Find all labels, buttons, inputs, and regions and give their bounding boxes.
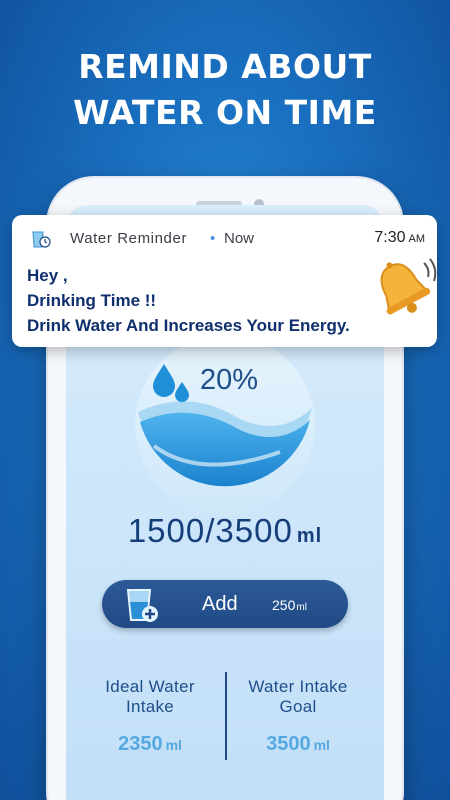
- glass-add-icon: [126, 589, 158, 622]
- ideal-intake-value: 2350 ml: [80, 733, 220, 756]
- ideal-intake-unit: ml: [165, 737, 182, 753]
- add-amount-unit: ml: [296, 602, 307, 613]
- notification-app-name: Water Reminder: [70, 230, 188, 247]
- stats-divider: [225, 672, 227, 760]
- ideal-intake-label: Ideal Water Intake: [80, 677, 220, 717]
- water-bowl-icon: [135, 335, 315, 515]
- notification-time-value: 7:30: [374, 229, 406, 246]
- headline-line-1: REMIND ABOUT: [78, 47, 372, 86]
- notification-line-3: Drink Water And Increases Your Energy.: [27, 316, 350, 335]
- ideal-intake-label-line-2: Intake: [125, 697, 175, 716]
- intake-goal-label-line-1: Water Intake: [248, 677, 348, 696]
- add-amount: 250ml: [272, 597, 307, 613]
- ringing-bell-icon: [380, 258, 437, 315]
- headline-line-2: WATER ON TIME: [73, 93, 377, 132]
- water-drops-icon: [153, 364, 189, 402]
- reminder-notification[interactable]: Water Reminder • Now 7:30 AM Hey , Drinki…: [12, 215, 437, 347]
- ideal-intake-number: 2350: [118, 733, 163, 755]
- intake-current: 1500/3500: [127, 512, 293, 549]
- notification-message: Hey , Drinking Time !! Drink Water And I…: [27, 263, 350, 338]
- notification-time: 7:30 AM: [374, 229, 425, 247]
- notification-when: Now: [224, 230, 255, 247]
- notification-time-meridiem: AM: [408, 233, 426, 245]
- intake-goal-number: 3500: [266, 733, 311, 755]
- progress-percent: 20%: [200, 364, 259, 396]
- notification-line-1: Hey ,: [27, 266, 68, 285]
- add-label: Add: [202, 593, 238, 615]
- notification-separator: •: [210, 230, 216, 247]
- intake-goal-value: 3500 ml: [228, 733, 368, 756]
- ideal-intake-label-line-1: Ideal Water: [105, 677, 195, 696]
- promo-headline: REMIND ABOUT WATER ON TIME: [0, 44, 450, 136]
- intake-counter: 1500/3500 ml: [0, 512, 450, 550]
- intake-goal-label-line-2: Goal: [279, 697, 317, 716]
- app-logo-icon: [32, 231, 51, 248]
- intake-goal-label: Water Intake Goal: [228, 677, 368, 717]
- intake-goal-unit: ml: [313, 737, 330, 753]
- notification-line-2: Drinking Time !!: [27, 291, 157, 310]
- add-amount-value: 250: [272, 597, 296, 613]
- add-water-button[interactable]: Add 250ml: [102, 580, 348, 628]
- intake-unit: ml: [296, 525, 323, 547]
